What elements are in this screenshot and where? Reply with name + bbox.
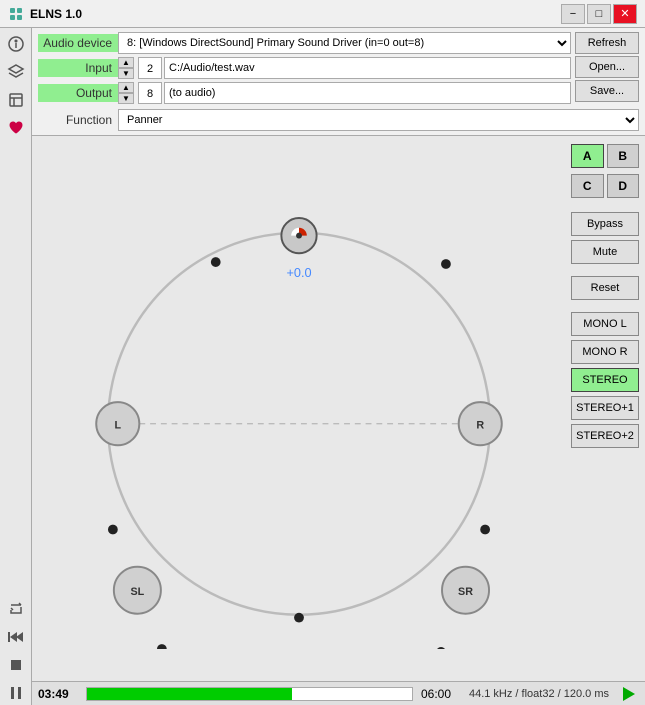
input-down-button[interactable]: ▼: [118, 68, 134, 79]
output-text-field[interactable]: [164, 82, 571, 104]
audio-device-row: Audio device 8: [Windows DirectSound] Pr…: [38, 32, 571, 54]
mono-r-button[interactable]: MONO R: [571, 340, 639, 364]
input-group: ▲ ▼ 2: [118, 57, 571, 79]
side-controls: A B C D Bypass Mute Reset MONO L MONO R …: [565, 136, 645, 681]
reset-button[interactable]: Reset: [571, 276, 639, 300]
c-button[interactable]: C: [571, 174, 604, 198]
audio-device-select[interactable]: 8: [Windows DirectSound] Primary Sound D…: [118, 32, 571, 54]
main-layout: Audio device 8: [Windows DirectSound] Pr…: [0, 28, 645, 705]
current-time: 03:49: [38, 687, 78, 701]
svg-text:R: R: [476, 419, 484, 431]
sidebar-info-icon[interactable]: [4, 32, 28, 56]
panner-area: L R SL SR SBL SBR: [32, 136, 565, 681]
input-label: Input: [38, 59, 118, 77]
function-label: Function: [38, 113, 118, 127]
sidebar-stop-icon[interactable]: [4, 653, 28, 677]
end-time: 06:00: [421, 687, 461, 701]
sidebar-heart-icon[interactable]: [4, 116, 28, 140]
top-controls: Audio device 8: [Windows DirectSound] Pr…: [38, 32, 639, 107]
input-value: 2: [138, 57, 162, 79]
maximize-button[interactable]: □: [587, 4, 611, 24]
sidebar-box-icon[interactable]: [4, 88, 28, 112]
sidebar-rewind-icon[interactable]: [4, 625, 28, 649]
stereo-button[interactable]: STEREO: [571, 368, 639, 392]
svg-text:+0.0: +0.0: [286, 264, 311, 279]
output-up-button[interactable]: ▲: [118, 82, 134, 93]
progress-fill: [87, 688, 292, 700]
controls-area: Audio device 8: [Windows DirectSound] Pr…: [32, 28, 645, 136]
output-value: 8: [138, 82, 162, 104]
output-label: Output: [38, 84, 118, 102]
sidebar-repeat-icon[interactable]: [4, 597, 28, 621]
sidebar: [0, 28, 32, 705]
input-row: Input ▲ ▼ 2: [38, 57, 571, 79]
save-button[interactable]: Save...: [575, 80, 639, 102]
function-select[interactable]: Panner: [118, 109, 639, 131]
minimize-button[interactable]: −: [561, 4, 585, 24]
open-button[interactable]: Open...: [575, 56, 639, 78]
b-button[interactable]: B: [607, 144, 640, 168]
progress-bar[interactable]: [86, 687, 413, 701]
d-button[interactable]: D: [607, 174, 640, 198]
top-controls-left: Audio device 8: [Windows DirectSound] Pr…: [38, 32, 571, 107]
a-button[interactable]: A: [571, 144, 604, 168]
title-bar: ELNS 1.0 − □ ✕: [0, 0, 645, 28]
output-row: Output ▲ ▼ 8: [38, 82, 571, 104]
panner-svg[interactable]: L R SL SR SBL SBR: [59, 169, 539, 649]
sidebar-pause-icon[interactable]: [4, 681, 28, 705]
input-file-field[interactable]: [164, 57, 571, 79]
stereo2-button[interactable]: STEREO+2: [571, 424, 639, 448]
function-row: Function Panner: [38, 109, 639, 131]
ab-cd-row: A B: [571, 144, 639, 168]
bypass-button[interactable]: Bypass: [571, 212, 639, 236]
canvas-area: L R SL SR SBL SBR: [32, 136, 645, 681]
title-text: ELNS 1.0: [30, 7, 559, 21]
refresh-button[interactable]: Refresh: [575, 32, 639, 54]
app-icon: [8, 6, 24, 22]
right-panel: Audio device 8: [Windows DirectSound] Pr…: [32, 28, 645, 705]
svg-text:SL: SL: [130, 586, 144, 598]
input-spinner: ▲ ▼: [118, 57, 134, 79]
audio-device-label: Audio device: [38, 34, 118, 52]
action-buttons: Refresh Open... Save...: [575, 32, 639, 107]
output-group: ▲ ▼ 8: [118, 82, 571, 104]
stereo1-button[interactable]: STEREO+1: [571, 396, 639, 420]
output-spinner: ▲ ▼: [118, 82, 134, 104]
status-bar: 03:49 06:00 44.1 kHz / float32 / 120.0 m…: [32, 681, 645, 705]
sidebar-layers-icon[interactable]: [4, 60, 28, 84]
play-button[interactable]: [617, 683, 639, 705]
close-button[interactable]: ✕: [613, 4, 637, 24]
svg-text:L: L: [114, 419, 121, 431]
input-up-button[interactable]: ▲: [118, 57, 134, 68]
mono-l-button[interactable]: MONO L: [571, 312, 639, 336]
output-down-button[interactable]: ▼: [118, 93, 134, 104]
audio-info: 44.1 kHz / float32 / 120.0 ms: [469, 688, 609, 700]
cd-row: C D: [571, 174, 639, 198]
svg-text:SR: SR: [458, 586, 473, 598]
mute-button[interactable]: Mute: [571, 240, 639, 264]
